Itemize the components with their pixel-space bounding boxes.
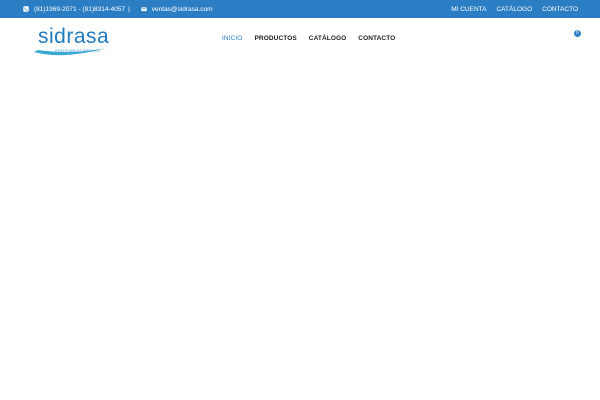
nav-item-contacto[interactable]: CONTACTO (358, 35, 395, 42)
nav-item-productos[interactable]: PRODUCTOS (254, 35, 296, 42)
catalog-top-link[interactable]: CATÁLOGO (496, 6, 532, 13)
contact-separator: | (128, 5, 130, 13)
account-links: MI CUENTA CATÁLOGO CONTACTO (441, 0, 578, 18)
nav-item-inicio[interactable]: INICIO (222, 35, 242, 42)
site-header: sidrasa DESECHABLES MÉDICOS INICIO PRODU… (0, 18, 600, 63)
email-link[interactable]: ventas@sidrasa.com (152, 6, 213, 13)
envelope-icon (141, 7, 147, 12)
my-account-link[interactable]: MI CUENTA (451, 6, 486, 13)
main-nav: INICIO PRODUCTOS CATÁLOGO CONTACTO (222, 18, 407, 58)
site-logo[interactable]: sidrasa DESECHABLES MÉDICOS (22, 22, 110, 58)
contact-top-link[interactable]: CONTACTO (542, 6, 578, 13)
logo-tagline: DESECHABLES MÉDICOS (55, 49, 101, 53)
contact-info: (81)1969-2071 - (81)8314-4057 | ventas@s… (23, 0, 213, 18)
logo-wordmark: sidrasa (38, 25, 110, 48)
nav-item-catalogo[interactable]: CATÁLOGO (309, 35, 347, 42)
top-bar: (81)1969-2071 - (81)8314-4057 | ventas@s… (0, 0, 600, 18)
phone-numbers: (81)1969-2071 - (81)8314-4057 (34, 5, 126, 13)
cart-count-badge[interactable]: 0 (574, 30, 581, 37)
phone-icon (23, 6, 29, 12)
